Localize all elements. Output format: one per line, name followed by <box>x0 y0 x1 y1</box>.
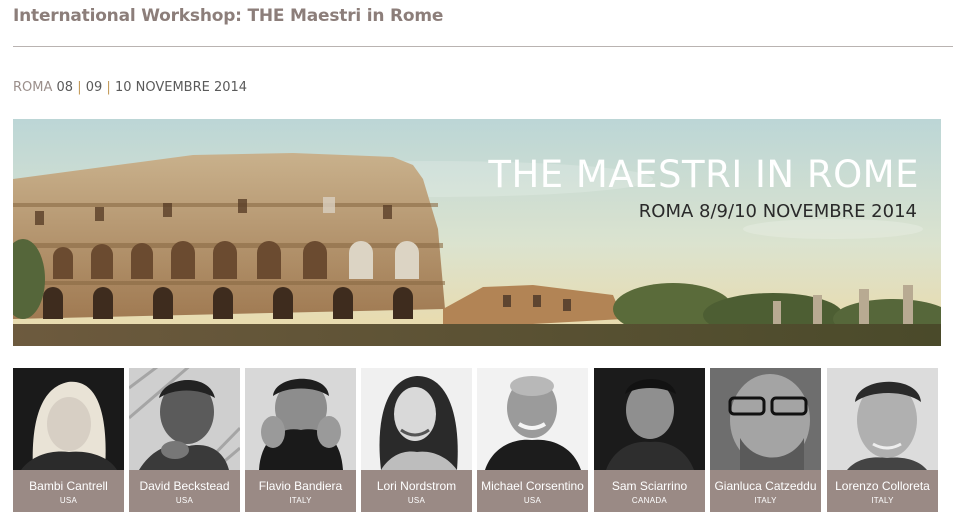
speaker-name: Lori Nordstrom <box>376 479 457 493</box>
title-divider <box>13 46 953 47</box>
speaker-card[interactable]: Lorenzo Colloreta ITALY <box>827 368 938 512</box>
speaker-card[interactable]: Gianluca Catzeddu ITALY <box>710 368 821 512</box>
dateline-separator: | <box>77 80 82 95</box>
speaker-country: USA <box>523 496 542 505</box>
speaker-name: Lorenzo Colloreta <box>835 479 930 493</box>
speaker-card[interactable]: Sam Sciarrino CANADA <box>594 368 705 512</box>
speaker-caption: Lori Nordstrom USA <box>361 470 472 512</box>
speaker-country: USA <box>407 496 426 505</box>
speaker-card[interactable]: Flavio Bandiera ITALY <box>245 368 356 512</box>
speaker-country: USA <box>59 496 78 505</box>
speaker-photo[interactable] <box>245 368 356 470</box>
speaker-card[interactable]: David Beckstead USA <box>129 368 240 512</box>
speaker-caption: Sam Sciarrino CANADA <box>594 470 705 512</box>
speaker-photo[interactable] <box>129 368 240 470</box>
banner-title: THE MAESTRI IN ROME <box>488 153 919 196</box>
speaker-caption: Gianluca Catzeddu ITALY <box>710 470 821 512</box>
speaker-caption: Lorenzo Colloreta ITALY <box>827 470 938 512</box>
event-dateline: ROMA 08 | 09 | 10 NOVEMBRE 2014 <box>13 80 247 95</box>
speaker-name: Flavio Bandiera <box>258 479 343 493</box>
speaker-country: USA <box>175 496 194 505</box>
speaker-photo[interactable] <box>594 368 705 470</box>
dateline-rest: 10 NOVEMBRE 2014 <box>114 80 248 95</box>
speaker-country: ITALY <box>289 496 312 505</box>
speaker-photo[interactable] <box>361 368 472 470</box>
speaker-name: Michael Corsentino <box>481 479 584 493</box>
dateline-day-1: 08 <box>56 80 74 95</box>
dateline-city: ROMA <box>13 80 53 95</box>
speaker-name: David Beckstead <box>139 479 230 493</box>
speakers-row: Bambi Cantrell USA David Beckstead USA F… <box>13 368 943 512</box>
dateline-day-2: 09 <box>85 80 103 95</box>
speaker-name: Bambi Cantrell <box>29 479 108 493</box>
speaker-name: Sam Sciarrino <box>611 479 688 493</box>
dateline-separator: | <box>106 80 111 95</box>
banner-subtitle: ROMA 8/9/10 NOVEMBRE 2014 <box>638 201 917 222</box>
page-title: International Workshop: THE Maestri in R… <box>13 6 444 26</box>
speaker-name: Gianluca Catzeddu <box>714 479 817 493</box>
speaker-photo[interactable] <box>477 368 588 470</box>
speaker-card[interactable]: Bambi Cantrell USA <box>13 368 124 512</box>
speaker-country: ITALY <box>754 496 777 505</box>
speaker-country: CANADA <box>631 496 668 505</box>
speaker-photo[interactable] <box>710 368 821 470</box>
speaker-card[interactable]: Michael Corsentino USA <box>477 368 588 512</box>
speaker-caption: Michael Corsentino USA <box>477 470 588 512</box>
hero-banner: THE MAESTRI IN ROME ROMA 8/9/10 NOVEMBRE… <box>13 119 941 346</box>
speaker-photo[interactable] <box>827 368 938 470</box>
speaker-caption: Flavio Bandiera ITALY <box>245 470 356 512</box>
speaker-card[interactable]: Lori Nordstrom USA <box>361 368 472 512</box>
speaker-caption: David Beckstead USA <box>129 470 240 512</box>
speaker-photo[interactable] <box>13 368 124 470</box>
speaker-country: ITALY <box>871 496 894 505</box>
speaker-caption: Bambi Cantrell USA <box>13 470 124 512</box>
